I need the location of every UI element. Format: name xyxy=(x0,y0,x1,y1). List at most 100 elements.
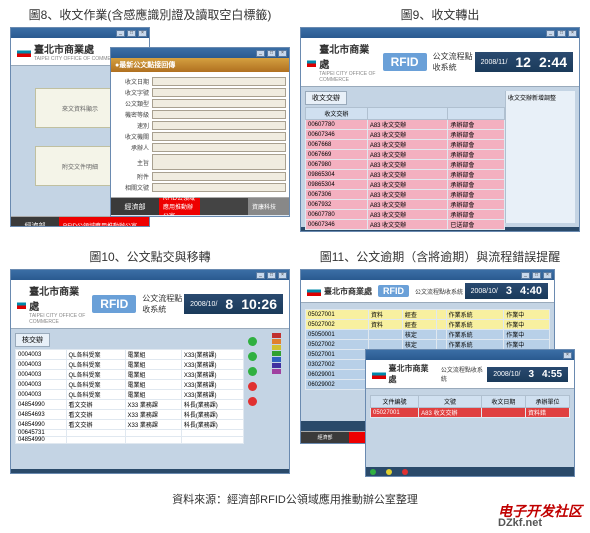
col-header: 收文交辦 xyxy=(306,108,368,120)
table-row[interactable]: 04854990 xyxy=(16,437,244,444)
status-dot-red xyxy=(248,397,257,406)
table-row[interactable]: 0004003QL各科受案電業組X33(業務課) xyxy=(16,390,244,400)
rfid-badge: RFID xyxy=(383,53,427,71)
status-dot-red xyxy=(402,469,408,475)
table-row[interactable]: 04854990看文交辦X33 業務課科長(業務課) xyxy=(16,400,244,410)
table-row[interactable]: 0067980A83 收文交辦承辦部會 xyxy=(306,160,505,170)
field-input[interactable] xyxy=(152,99,286,108)
fig9-label: 圖9、收文轉出 xyxy=(300,6,580,23)
max-button[interactable]: □ xyxy=(267,272,276,279)
fig8-form-title: ●最新公文點接回傳 xyxy=(111,58,289,72)
max-button[interactable]: □ xyxy=(557,30,566,37)
tab-receive[interactable]: 收文交辦 xyxy=(305,91,347,105)
min-button[interactable]: _ xyxy=(521,272,530,279)
footer-right-label xyxy=(200,198,248,215)
table-row[interactable]: 0067669A83 收文交辦承辦部會 xyxy=(306,150,505,160)
table-row[interactable]: 00607780A83 收文交辦承辦部會 xyxy=(306,120,505,130)
field-label: 速別 xyxy=(114,121,152,130)
alert-row[interactable]: 05027001 A83 收文交辦 資料錯 xyxy=(371,408,570,418)
close-button[interactable]: × xyxy=(138,30,147,37)
table-row[interactable]: 04854693看文交辦X33 業務課科長(業務課) xyxy=(16,410,244,420)
fig11-screenshot: _ □ × 臺北市商業處 RFID 公文流程點收系統 2008/10/3 4:4… xyxy=(300,269,580,479)
org-seal-icon xyxy=(17,299,26,309)
fig8-form-body: 收文日期 收文字號 公文類型 機密等級 速別 收文機關 承辦人 主旨 附件 相關… xyxy=(111,72,289,197)
table-row[interactable]: 09865304A83 收文交辦承辦部會 xyxy=(306,180,505,190)
footer-left-label: 經濟部 xyxy=(301,432,349,443)
field-input[interactable] xyxy=(152,88,286,97)
min-button[interactable]: _ xyxy=(256,272,265,279)
org-seal-icon xyxy=(17,47,31,57)
color-legend xyxy=(272,333,281,465)
table-row[interactable]: 0067306A83 收文交辦承辦部會 xyxy=(306,190,505,200)
close-button[interactable]: × xyxy=(278,50,287,57)
footer-left-text: RFID公領域應用推動辦公室 xyxy=(159,198,200,215)
status-dot-green xyxy=(15,473,22,475)
table-row[interactable]: 0004003QL各科受案電業組X33(業務課) xyxy=(16,360,244,370)
org-sub: TAIPEI CITY OFFICE OF COMMERCE xyxy=(319,71,376,83)
max-button[interactable]: □ xyxy=(127,30,136,37)
field-input[interactable] xyxy=(152,183,286,192)
tab-approve[interactable]: 核交辦 xyxy=(15,333,50,347)
table-row[interactable]: 04854990看文交辦X33 業務課科長(業務課) xyxy=(16,420,244,430)
close-button[interactable]: × xyxy=(278,272,287,279)
field-input[interactable] xyxy=(152,77,286,86)
org-name: 臺北市商業處 xyxy=(29,283,86,313)
field-label: 附件 xyxy=(114,172,152,181)
status-dot-blue xyxy=(49,473,56,475)
org-seal-icon xyxy=(307,286,321,296)
close-button[interactable]: × xyxy=(563,352,572,359)
table-row[interactable]: 0067668A83 收文交辦承辦部會 xyxy=(306,140,505,150)
field-label: 公文類型 xyxy=(114,99,152,108)
org-seal-icon xyxy=(372,369,386,379)
status-dot-green xyxy=(248,352,257,361)
table-row[interactable]: 05050001核定作業系統作業中 xyxy=(306,330,550,340)
date-display: 2008/10/3 4:40 xyxy=(465,283,548,299)
org-sub: TAIPEI CITY OFFICE OF COMMERCE xyxy=(34,56,121,62)
table-row[interactable]: 0004003QL各科受案電業組X33(業務課) xyxy=(16,370,244,380)
status-bar xyxy=(366,467,574,476)
status-dot-green xyxy=(370,469,376,475)
table-row[interactable]: 0067932A83 收文交辦承辦部會 xyxy=(306,200,505,210)
footer-right-text: 資康科技 xyxy=(248,198,289,215)
rfid-badge: RFID xyxy=(92,295,136,313)
date-display: 2008/11/12 2:44 xyxy=(475,52,573,72)
fig10-window: _ □ × 臺北市商業處 TAIPEI CITY OFFICE OF COMME… xyxy=(10,269,290,474)
field-input[interactable] xyxy=(152,143,286,152)
field-input[interactable] xyxy=(152,121,286,130)
field-label: 收文字號 xyxy=(114,88,152,97)
field-label: 主旨 xyxy=(114,158,152,167)
table-row[interactable]: 00645731 xyxy=(16,430,244,437)
table-row[interactable]: 05027002核定作業系統作業中 xyxy=(306,340,550,350)
field-input[interactable] xyxy=(152,154,286,170)
table-row[interactable]: 0004003QL各科受案電業組X33(業務課) xyxy=(16,380,244,390)
status-dot-yellow xyxy=(322,231,329,233)
table-row[interactable]: 00607346A83 收文交辦已送部會 xyxy=(306,220,505,230)
min-button[interactable]: _ xyxy=(116,30,125,37)
fig9-window: _ □ × 臺北市商業處 TAIPEI CITY OFFICE OF COMME… xyxy=(300,27,580,232)
field-label: 承辦人 xyxy=(114,143,152,152)
min-button[interactable]: _ xyxy=(546,30,555,37)
min-button[interactable]: _ xyxy=(256,50,265,57)
field-input[interactable] xyxy=(152,132,286,141)
table-row[interactable]: 09865304A83 收文交辦承辦部會 xyxy=(306,170,505,180)
status-dot-red xyxy=(66,473,73,475)
table-row[interactable]: 0004003QL各科受案電業組X33(業務課) xyxy=(16,350,244,360)
table-row[interactable]: 00607346A83 收文交辦承辦部會 xyxy=(306,130,505,140)
field-input[interactable] xyxy=(152,172,286,181)
table-row[interactable]: 00607780A83 收文交辦承辦部會 xyxy=(306,210,505,220)
field-input[interactable] xyxy=(152,110,286,119)
max-button[interactable]: □ xyxy=(532,272,541,279)
close-button[interactable]: × xyxy=(568,30,577,37)
date-display: 2008/10/3 4:55 xyxy=(487,367,568,382)
max-button[interactable]: □ xyxy=(267,50,276,57)
table-row[interactable]: 05027002資料經查作業系統作業中 xyxy=(306,320,550,330)
date-display: 2008/10/8 10:26 xyxy=(184,294,283,314)
org-sub: TAIPEI CITY OFFICE OF COMMERCE xyxy=(29,313,86,325)
org-name: 臺北市商業處 xyxy=(319,41,376,71)
field-label: 機密等級 xyxy=(114,110,152,119)
table-row[interactable]: 05027001資料經查作業系統作業中 xyxy=(306,310,550,320)
close-button[interactable]: × xyxy=(543,272,552,279)
col-header: 收文日期 xyxy=(481,396,525,408)
status-dot-blue xyxy=(339,231,346,233)
system-title: 公文流程點收系統 xyxy=(415,287,463,296)
